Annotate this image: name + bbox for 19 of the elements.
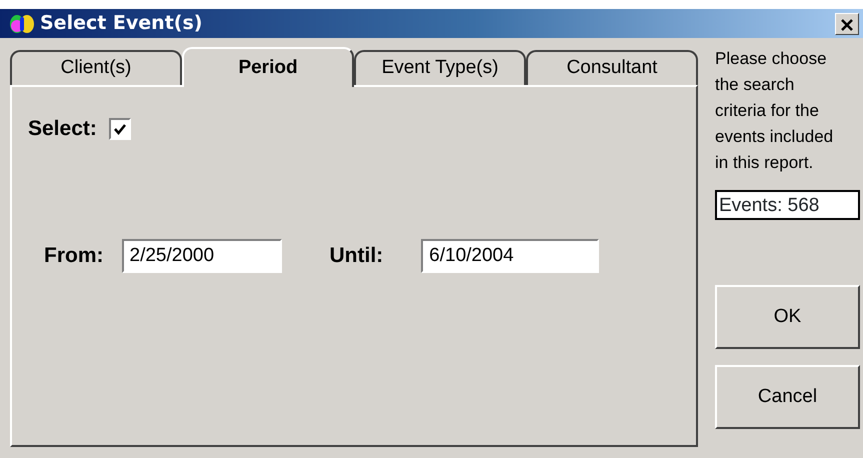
from-date-field[interactable]: 2/25/2000 [122,238,282,272]
instructions-text: Please choose the search criteria for the events included in this report. [715,48,834,174]
app-icon [10,14,34,34]
tab[interactable]: Client(s) [10,50,182,85]
cancel-button[interactable]: Cancel [715,365,860,429]
window-title: Select Event(s) [40,11,202,36]
events-count-field: Events: 568 [715,190,860,220]
select-label: Select: [28,116,97,142]
tab[interactable]: Event Type(s) [354,50,526,85]
close-button[interactable] [835,12,859,34]
until-date-field[interactable]: 6/10/2004 [421,238,600,272]
from-label: From: [44,242,104,269]
tab[interactable]: Period [182,47,354,87]
ok-button[interactable]: OK [715,285,860,349]
checkmark-icon [112,122,127,136]
tab[interactable]: Consultant [526,50,698,85]
until-label: Until: [330,242,384,269]
close-icon [841,18,853,31]
select-checkbox[interactable] [108,118,131,140]
